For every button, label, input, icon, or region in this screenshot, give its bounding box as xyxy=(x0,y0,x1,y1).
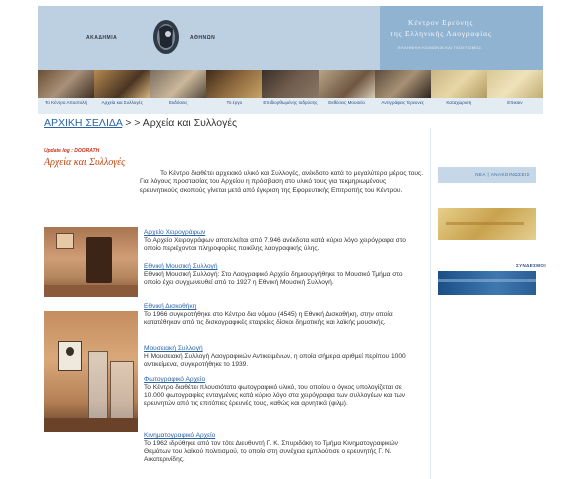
floor-shape-2 xyxy=(44,418,138,432)
sidebar-feature-banner[interactable] xyxy=(438,208,536,240)
links-banner-band xyxy=(438,279,536,282)
feature-banner-script xyxy=(446,222,524,225)
nav-item-catalogue[interactable]: Καταχώριση xyxy=(431,98,487,114)
entry-discotheque: Εθνική Δισκοθήκη Το 1966 συγκροτήθηκε στ… xyxy=(144,303,416,327)
main-navigation: Το Κέντρο Αποστολή Αρχεία και Συλλογές Ε… xyxy=(38,98,543,114)
entry-text: Το Αρχείο Χειρογράφων αποτελείται από 7.… xyxy=(144,237,406,253)
breadcrumb-home-link[interactable]: ΑΡΧΙΚΗ ΣΕΛΙΔΑ xyxy=(44,117,122,129)
academy-logo[interactable] xyxy=(150,17,182,57)
wall-frame xyxy=(56,233,74,249)
page: ΑΚΑΔΗΜΙΑ ΑΘΗΝΩΝ Κέντρον Ερεύνης της Ελλη… xyxy=(0,0,571,479)
nav-photo-4[interactable] xyxy=(206,70,263,98)
nav-photo-5[interactable] xyxy=(262,70,319,98)
nav-photo-1[interactable] xyxy=(38,70,95,98)
piano-shape xyxy=(86,237,112,283)
breadcrumb-separator: > > xyxy=(122,117,143,129)
portrait-figure xyxy=(66,347,74,356)
entry-text: Η Μουσειακή Συλλογή Λαογραφικών Αντικειμ… xyxy=(144,353,406,369)
nav-item-exhibitions[interactable]: Εκθέσεις Μουσείο xyxy=(319,98,375,114)
center-title-line1: Κέντρον Ερεύνης xyxy=(408,18,474,27)
nav-photo-3[interactable] xyxy=(150,70,207,98)
breadcrumb: ΑΡΧΙΚΗ ΣΕΛΙΔΑ > > Αρχεία και Συλλογές xyxy=(44,117,237,129)
nav-item-archives[interactable]: Αρχεία και Συλλογές xyxy=(94,98,150,114)
news-banner-label: ΝΕΑ | ΑΝΑΚΟΙΝΩΣΕΙΣ xyxy=(475,172,530,177)
nav-photo-strip xyxy=(38,70,543,98)
banner-right-panel xyxy=(380,6,543,70)
nav-photo-9[interactable] xyxy=(486,70,543,98)
entry-national-music: Εθνική Μουσική Συλλογή Εθνική Μουσική Συ… xyxy=(144,263,416,287)
section-title: Αρχεία και Συλλογές xyxy=(44,157,126,168)
update-line: Update log : DOORATH xyxy=(44,148,100,154)
nav-photo-2[interactable] xyxy=(94,70,151,98)
sidebar-divider xyxy=(430,128,431,479)
entry-museum-collection: Μουσειακή Συλλογή Η Μουσειακή Συλλογή Λα… xyxy=(144,345,416,369)
entry-text: Εθνική Μουσική Συλλογή: Στο Λαογραφικό Α… xyxy=(144,271,403,287)
nav-photo-7[interactable] xyxy=(374,70,431,98)
museum-room-photo xyxy=(44,311,138,432)
nav-photo-6[interactable] xyxy=(318,70,375,98)
links-banner[interactable] xyxy=(438,271,536,295)
nav-item-work[interactable]: Το έργο xyxy=(206,98,262,114)
nav-photo-8[interactable] xyxy=(430,70,487,98)
portrait-frame xyxy=(58,341,82,371)
nav-item-contact[interactable]: Επικοιν xyxy=(487,98,543,114)
nav-item-center[interactable]: Το Κέντρο Αποστολή xyxy=(38,98,94,114)
display-case-1 xyxy=(88,351,108,423)
entry-text: Το 1966 συγκροτήθηκε στο Κέντρο δια νόμο… xyxy=(144,311,393,327)
academy-word-right: ΑΘΗΝΩΝ xyxy=(190,35,216,41)
header-banner: ΑΚΑΔΗΜΙΑ ΑΘΗΝΩΝ Κέντρον Ερεύνης της Ελλη… xyxy=(38,6,543,70)
display-case-2 xyxy=(110,361,134,423)
entry-text: Το 1962 ιδρύθηκε από τον τότε Διευθυντή … xyxy=(144,440,398,464)
entry-title-link[interactable]: Φωτογραφικό Αρχείο xyxy=(144,376,416,384)
center-title-line2: της Ελληνικής Λαογραφίας xyxy=(390,29,492,38)
news-banner[interactable]: ΝΕΑ | ΑΝΑΚΟΙΝΩΣΕΙΣ xyxy=(438,167,536,183)
intro-paragraph: Το Κέντρο διαθέτει αρχειακό υλικό και Συ… xyxy=(140,170,424,194)
floor-shape xyxy=(44,285,138,297)
breadcrumb-current: Αρχεία και Συλλογές xyxy=(142,117,238,129)
nav-item-5[interactable]: Επιδιορθωμένης Ιοδρύσης xyxy=(262,98,318,114)
entry-title-link[interactable]: Κινηματογραφικό Αρχείο xyxy=(144,432,416,440)
academy-word-left: ΑΚΑΔΗΜΙΑ xyxy=(86,35,118,41)
entry-title-link[interactable]: Εθνική Δισκοθήκη xyxy=(144,303,416,311)
nav-item-research[interactable]: Αντιγράφεις Έρευνες xyxy=(375,98,431,114)
entry-manuscripts: Αρχείο Χειρογράφων Το Αρχείο Χειρογράφων… xyxy=(144,229,416,253)
entry-title-link[interactable]: Εθνική Μουσική Συλλογή xyxy=(144,263,416,271)
nav-item-publications[interactable]: Εκδόσεις xyxy=(150,98,206,114)
entry-text: Το Κέντρο διαθέτει πλουσιότατο φωτογραφι… xyxy=(144,384,406,408)
links-heading: ΣΥΝΔΕΣΜΟΙ xyxy=(516,263,546,268)
entry-film-archive: Κινηματογραφικό Αρχείο Το 1962 ιδρύθηκε … xyxy=(144,432,416,465)
archive-room-photo xyxy=(44,227,138,297)
entry-photo-archive: Φωτογραφικό Αρχείο Το Κέντρο διαθέτει πλ… xyxy=(144,376,416,409)
entry-title-link[interactable]: Μουσειακή Συλλογή xyxy=(144,345,416,353)
entry-title-link[interactable]: Αρχείο Χειρογράφων xyxy=(144,229,416,237)
center-subtitle: ΕΛΛΗΝΙΚΗ ΚΟΙΝΩΝΙΑ ΚΑΙ ΠΟΛΙΤΙΣΜΟΣ xyxy=(398,45,482,50)
